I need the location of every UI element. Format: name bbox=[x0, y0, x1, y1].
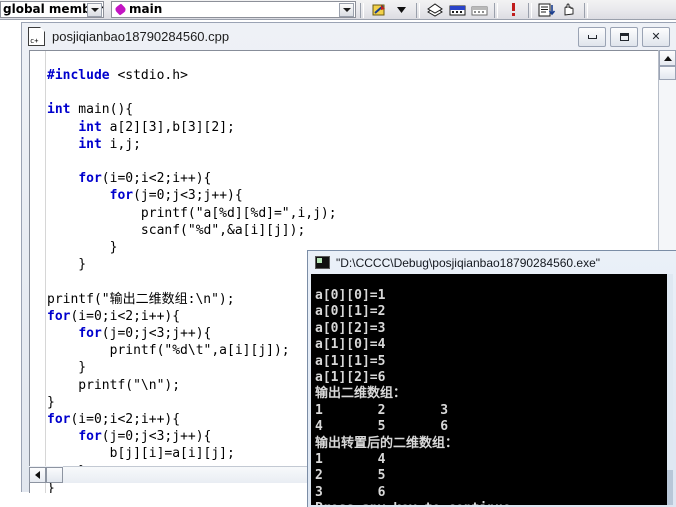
bookmarks-icon[interactable] bbox=[424, 1, 446, 18]
toolbar-separator bbox=[360, 3, 364, 18]
toolbar-separator bbox=[584, 3, 588, 18]
magenta-diamond-icon bbox=[113, 3, 128, 16]
member-combobox-value: main bbox=[129, 3, 163, 16]
source-code[interactable]: #include <stdio.h> int main(){ int a[2][… bbox=[47, 67, 337, 493]
toggle-bookmark-icon[interactable] bbox=[446, 1, 468, 18]
toolbar-separator bbox=[528, 3, 532, 18]
cpp-file-icon bbox=[28, 27, 45, 46]
close-button[interactable]: ✕ bbox=[642, 26, 670, 47]
console-titlebar[interactable]: "D:\CCCC\Debug\posjiqianbao18790284560.e… bbox=[308, 251, 676, 274]
console-vertical-scrollbar[interactable] bbox=[667, 274, 673, 505]
editor-gutter bbox=[30, 51, 46, 493]
editor-title: posjiqianbao18790284560.cpp bbox=[52, 29, 230, 44]
vertical-scroll-thumb[interactable] bbox=[659, 66, 676, 80]
clear-bookmarks-icon[interactable] bbox=[468, 1, 490, 18]
console-window-icon bbox=[315, 256, 330, 269]
list-members-icon[interactable] bbox=[536, 1, 558, 18]
editor-window-buttons: ✕ bbox=[578, 26, 676, 47]
console-output-area[interactable]: a[0][0]=1 a[0][1]=2 a[0][2]=3 a[1][0]=4 … bbox=[311, 274, 671, 505]
member-combobox[interactable]: main bbox=[111, 1, 356, 18]
scroll-up-arrow-icon[interactable] bbox=[659, 50, 676, 66]
scroll-left-arrow-icon[interactable] bbox=[29, 466, 46, 483]
console-window: "D:\CCCC\Debug\posjiqianbao18790284560.e… bbox=[307, 250, 676, 507]
maximize-button[interactable] bbox=[610, 26, 638, 47]
console-scroll-thumb[interactable] bbox=[667, 274, 673, 470]
find-in-files-icon[interactable] bbox=[368, 1, 390, 18]
error-marker-icon[interactable] bbox=[502, 1, 524, 18]
top-toolbar: global members main bbox=[0, 0, 676, 20]
console-title: "D:\CCCC\Debug\posjiqianbao18790284560.e… bbox=[336, 255, 601, 270]
chevron-down-icon[interactable] bbox=[87, 3, 102, 17]
toolbar-separator bbox=[494, 3, 498, 18]
console-output-text: a[0][0]=1 a[0][1]=2 a[0][2]=3 a[1][0]=4 … bbox=[315, 288, 511, 505]
chevron-down-icon[interactable] bbox=[339, 3, 354, 17]
hand-pan-icon[interactable] bbox=[558, 1, 580, 18]
scope-combobox[interactable]: global members bbox=[0, 1, 104, 18]
toolbar-separator bbox=[416, 3, 420, 18]
minimize-button[interactable] bbox=[578, 26, 606, 47]
editor-titlebar[interactable]: posjiqianbao18790284560.cpp ✕ bbox=[22, 23, 676, 50]
horizontal-scroll-thumb[interactable] bbox=[46, 466, 63, 483]
dropdown-arrow-icon[interactable] bbox=[390, 1, 412, 18]
